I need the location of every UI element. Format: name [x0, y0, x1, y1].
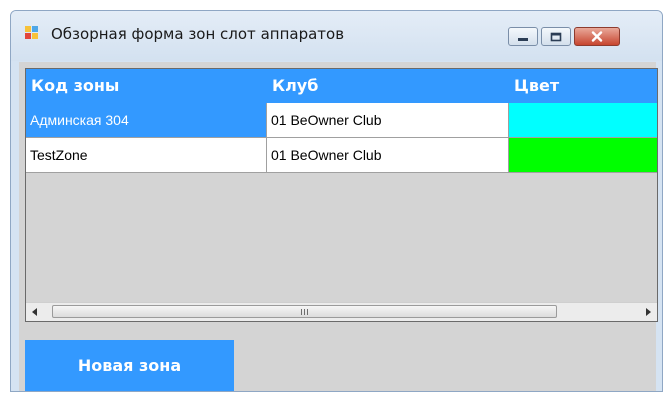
maximize-icon	[550, 32, 562, 41]
cell-zone-code[interactable]: Админская 304	[26, 103, 267, 138]
app-icon	[25, 26, 39, 40]
grid-header: Код зоны Клуб Цвет	[26, 69, 657, 103]
column-header-club[interactable]: Клуб	[267, 69, 509, 103]
arrow-right-icon	[646, 308, 651, 316]
scroll-left-button[interactable]	[26, 303, 44, 321]
scroll-right-button[interactable]	[639, 303, 657, 321]
maximize-button[interactable]	[541, 27, 571, 46]
column-header-code[interactable]: Код зоны	[26, 69, 267, 103]
horizontal-scrollbar[interactable]	[26, 302, 657, 321]
new-zone-button[interactable]: Новая зона	[25, 340, 234, 391]
table-row[interactable]: Админская 304 01 BeOwner Club	[26, 103, 657, 138]
minimize-icon	[518, 37, 528, 41]
app-window: Обзорная форма зон слот аппаратов Код зо…	[10, 10, 663, 392]
grip-icon	[300, 309, 310, 315]
cell-zone-code[interactable]: TestZone	[26, 138, 267, 173]
zones-grid[interactable]: Код зоны Клуб Цвет Админская 304 01 BeOw…	[25, 68, 658, 322]
close-button[interactable]	[574, 27, 620, 46]
minimize-button[interactable]	[508, 27, 538, 46]
table-row[interactable]: TestZone 01 BeOwner Club	[26, 138, 657, 173]
scrollbar-thumb[interactable]	[52, 305, 557, 318]
client-area: Код зоны Клуб Цвет Админская 304 01 BeOw…	[19, 62, 658, 391]
window-title: Обзорная форма зон слот аппаратов	[51, 25, 345, 43]
cell-color[interactable]	[509, 103, 657, 138]
close-icon	[591, 31, 603, 42]
cell-club[interactable]: 01 BeOwner Club	[267, 103, 509, 138]
column-header-color[interactable]: Цвет	[509, 69, 657, 103]
cell-club[interactable]: 01 BeOwner Club	[267, 138, 509, 173]
cell-color[interactable]	[509, 138, 657, 173]
arrow-left-icon	[32, 308, 37, 316]
title-bar[interactable]: Обзорная форма зон слот аппаратов	[11, 11, 662, 61]
